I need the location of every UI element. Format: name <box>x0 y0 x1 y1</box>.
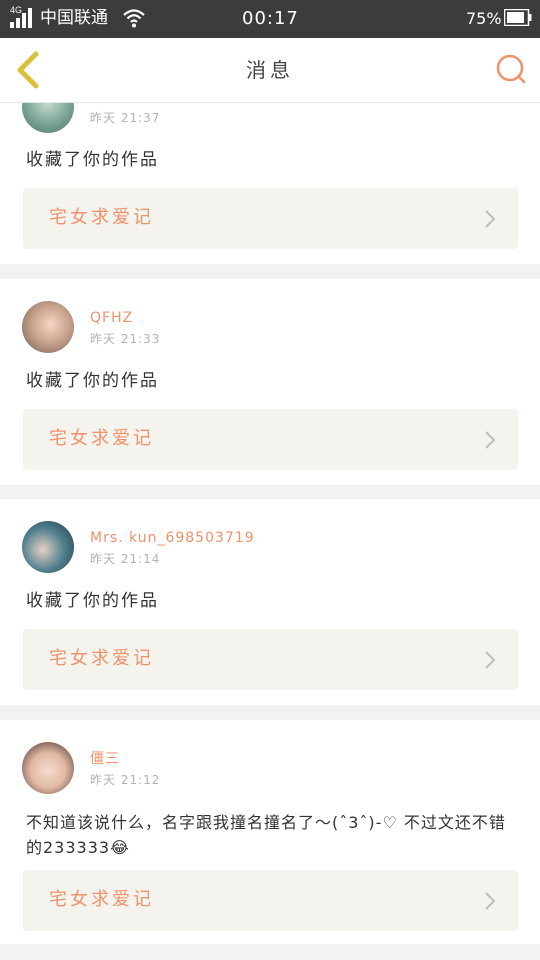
chevron-right-icon <box>485 892 496 910</box>
avatar[interactable] <box>22 521 74 573</box>
message-feed[interactable]: 昨天 21:37 收藏了你的作品 宅女求爱记 QFHZ 昨天 21:33 收藏了… <box>0 103 540 960</box>
username[interactable]: Mrs. kun_698503719 <box>90 529 255 547</box>
signal-icon <box>10 8 32 28</box>
work-link[interactable]: 宅女求爱记 <box>23 629 518 690</box>
wifi-icon <box>123 9 145 28</box>
carrier-name: 中国联通 <box>40 8 108 28</box>
avatar[interactable] <box>22 103 74 133</box>
message-time: 昨天 21:14 <box>90 552 161 566</box>
message-text: 收藏了你的作品 <box>26 591 159 611</box>
chevron-right-icon <box>485 651 496 669</box>
work-title: 宅女求爱记 <box>49 889 154 910</box>
chevron-right-icon <box>485 431 496 449</box>
avatar[interactable] <box>22 301 74 353</box>
clock: 00:17 <box>242 8 299 29</box>
message-time: 昨天 21:12 <box>90 773 161 787</box>
message-card: 昨天 21:37 收藏了你的作品 宅女求爱记 <box>0 103 540 264</box>
work-link[interactable]: 宅女求爱记 <box>23 188 518 249</box>
message-card: Mrs. kun_698503719 昨天 21:14 收藏了你的作品 宅女求爱… <box>0 499 540 705</box>
work-title: 宅女求爱记 <box>49 428 154 449</box>
work-link[interactable]: 宅女求爱记 <box>23 870 518 931</box>
search-icon[interactable] <box>494 52 528 86</box>
chevron-right-icon <box>485 210 496 228</box>
page-title: 消息 <box>246 58 294 82</box>
message-card: QFHZ 昨天 21:33 收藏了你的作品 宅女求爱记 <box>0 279 540 485</box>
battery-percent: 75% <box>466 9 502 28</box>
work-link[interactable]: 宅女求爱记 <box>23 409 518 470</box>
battery-icon <box>504 9 532 26</box>
username[interactable]: 僵三 <box>90 750 120 768</box>
work-title: 宅女求爱记 <box>49 648 154 669</box>
username[interactable]: QFHZ <box>90 309 133 327</box>
status-bar: 4G 中国联通 00:17 75% <box>0 0 540 38</box>
work-title: 宅女求爱记 <box>49 207 154 228</box>
message-text: 不知道该说什么，名字跟我撞名撞名了～(ˆ3ˆ)-♡ 不过文还不错的233333😂 <box>26 813 506 857</box>
message-time: 昨天 21:33 <box>90 332 161 346</box>
nav-bar: 消息 <box>0 38 540 103</box>
message-time: 昨天 21:37 <box>90 111 161 125</box>
message-text: 收藏了你的作品 <box>26 150 159 170</box>
message-card: 僵三 昨天 21:12 不知道该说什么，名字跟我撞名撞名了～(ˆ3ˆ)-♡ 不过… <box>0 720 540 944</box>
message-text: 收藏了你的作品 <box>26 371 159 391</box>
avatar[interactable] <box>22 742 74 794</box>
